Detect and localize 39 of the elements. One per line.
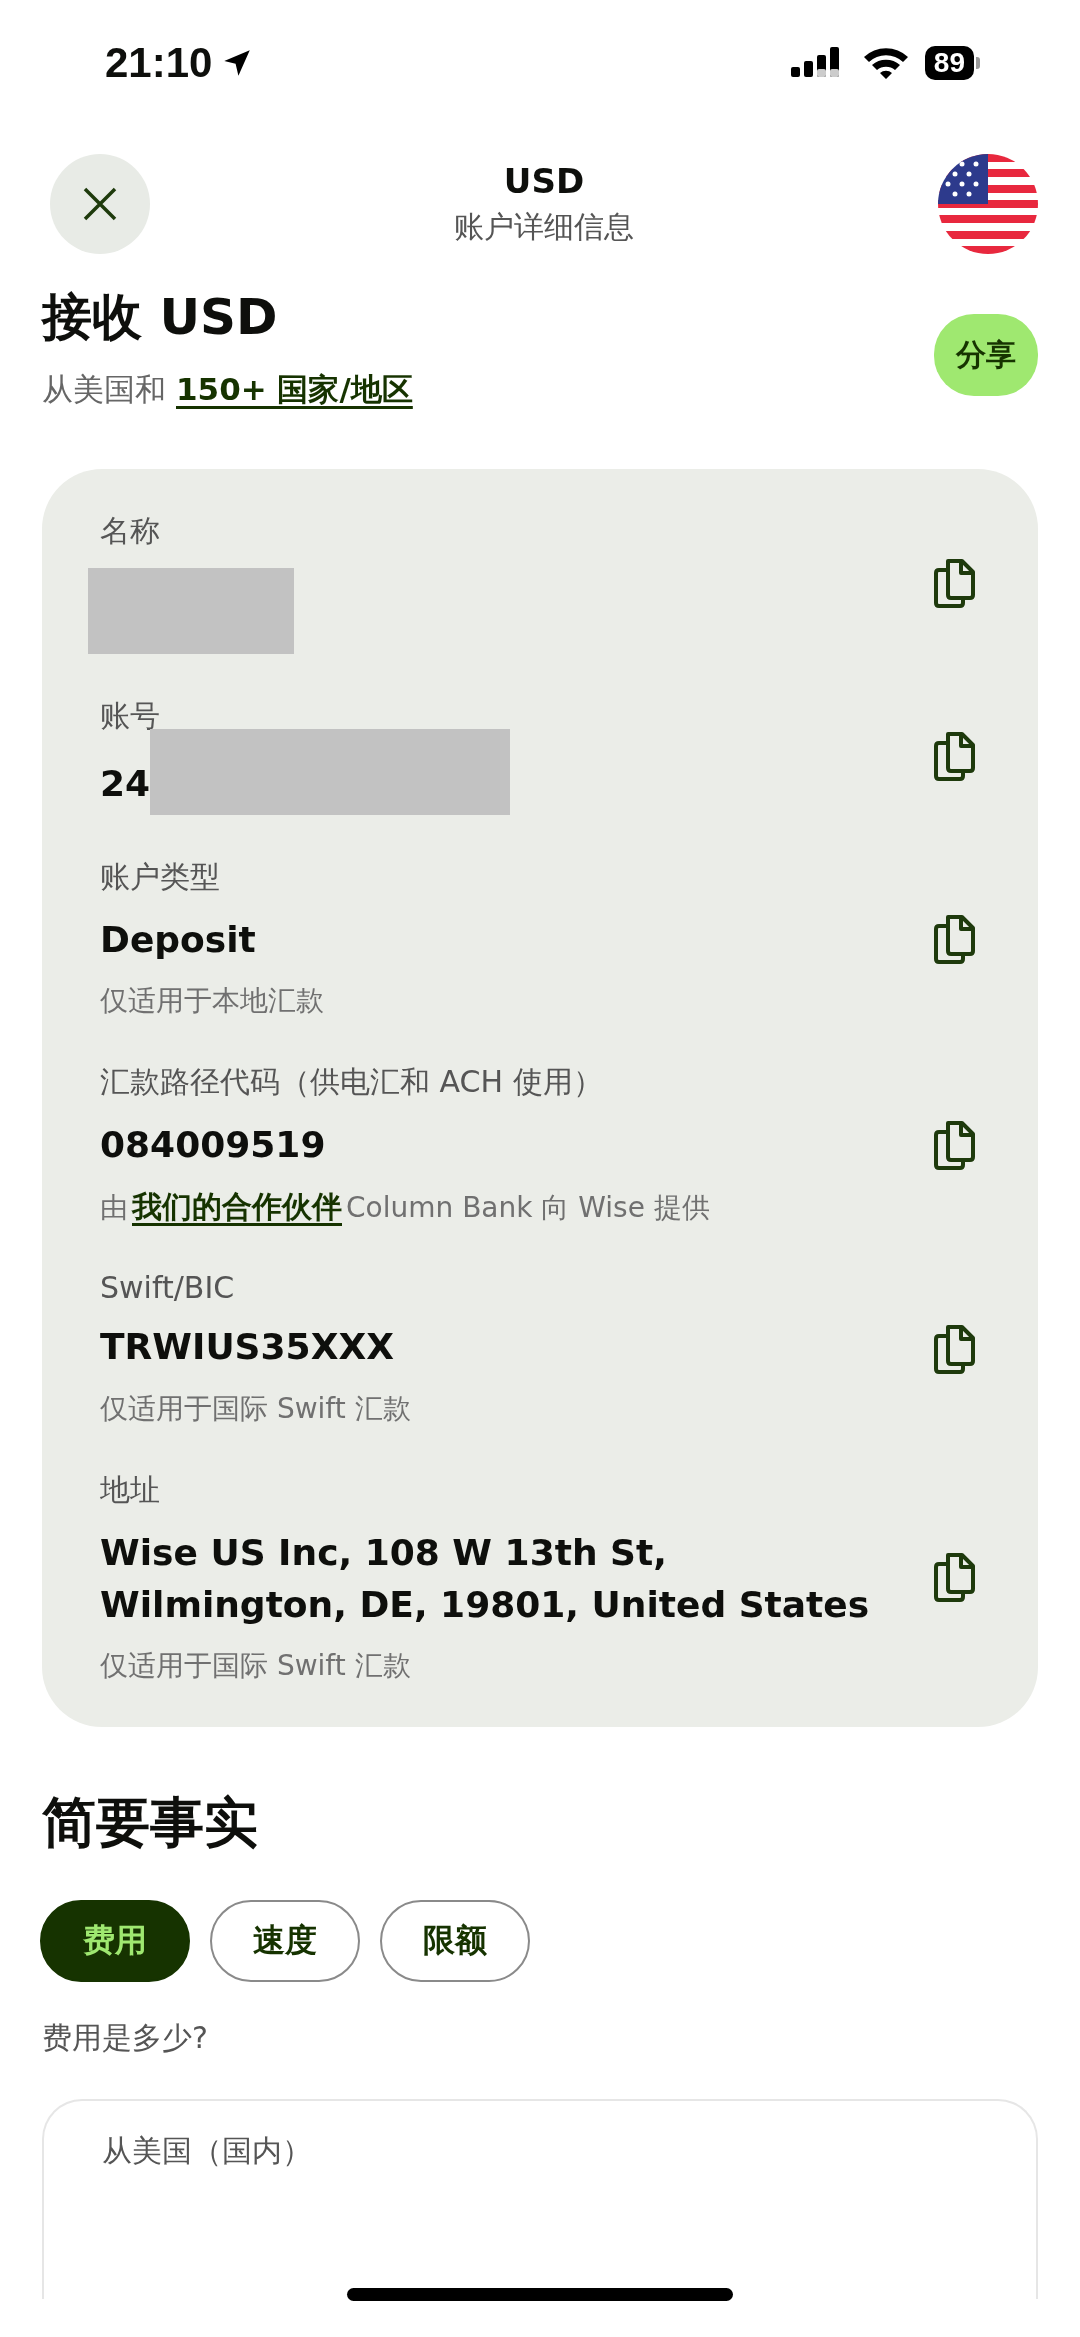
close-icon <box>81 185 119 223</box>
header-title: USD <box>503 160 585 201</box>
field-label: Swift/BIC <box>100 1270 236 1306</box>
countries-link[interactable]: 150+ 国家/地区 <box>176 369 413 411</box>
field-note: Column Bank 向 Wise 提供 <box>346 1190 710 1227</box>
question-text: 费用是多少? <box>42 2018 209 2057</box>
field-label: 地址 <box>100 1470 161 1509</box>
field-note: 仅适用于国际 Swift 汇款 <box>100 1390 411 1427</box>
field-value: Wise US Inc, 108 W 13th St, Wilmington, DE, 19801, United States <box>100 1530 871 1627</box>
share-button[interactable]: 分享 <box>934 314 1038 396</box>
flag-icon[interactable] <box>938 154 1038 254</box>
fact-tab[interactable]: 限额 <box>380 1899 530 1982</box>
field-label: 账户类型 <box>100 858 221 896</box>
field-note: 由 <box>100 1190 128 1227</box>
field-note: 仅适用于国际 Swift 汇款 <box>100 1647 411 1684</box>
battery-level: 89 <box>924 46 974 80</box>
partner-link[interactable]: 我们的合作伙伴 <box>132 1187 342 1229</box>
copy-icon[interactable] <box>932 729 976 782</box>
fact-tab[interactable]: 费用 <box>40 1899 190 1982</box>
section-title: 简要事实 <box>42 1789 259 1856</box>
field-value: Deposit <box>100 918 257 962</box>
page-title: 接收 USD <box>42 287 279 348</box>
card-heading: 从美国（国内） <box>102 2132 312 2168</box>
copy-icon[interactable] <box>932 1322 976 1375</box>
field-note: 仅适用于本地汇款 <box>100 983 324 1020</box>
copy-icon[interactable] <box>932 912 976 965</box>
fact-tab[interactable]: 速度 <box>210 1899 360 1982</box>
field-value: 084009519 <box>100 1123 327 1168</box>
field-label: 汇款路径代码（供电汇和 ACH 使用） <box>100 1063 604 1102</box>
copy-icon[interactable] <box>932 1119 976 1172</box>
copy-icon[interactable] <box>932 1551 976 1604</box>
lead-text: 从美国和 <box>42 370 166 409</box>
field-value: TRWIUS35XXX <box>100 1325 395 1370</box>
header-subtitle: 账户详细信息 <box>454 207 634 246</box>
field-value: 24 <box>100 761 151 806</box>
field-label: 名称 <box>100 512 161 550</box>
status-time: 21:10 <box>105 39 213 87</box>
copy-icon[interactable] <box>932 556 976 609</box>
field-label: 账号 <box>100 697 161 735</box>
